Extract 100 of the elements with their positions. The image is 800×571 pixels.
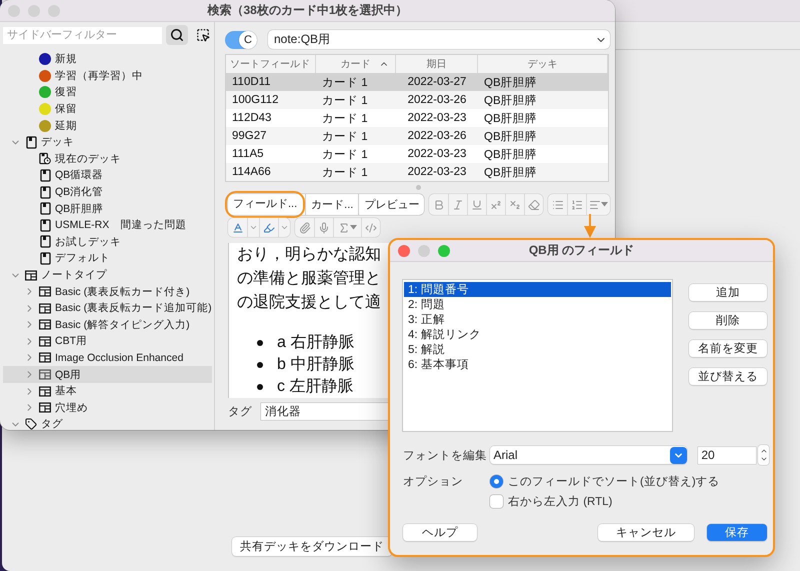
font-select[interactable]: Arial (490, 446, 688, 464)
table-cell-text: 2022-03-26 (406, 129, 468, 144)
search-field[interactable]: note:QB用 (268, 30, 610, 49)
tag-icon (25, 418, 37, 430)
sidebar-item[interactable]: 復習 (3, 84, 212, 101)
sidebar-item[interactable]: CBT用 (3, 333, 212, 350)
sidebar-item[interactable]: 学習（再学習）中 (3, 68, 212, 84)
table-row[interactable]: 114A66 カード 1 2022-03-23 QB肝胆膵 (226, 163, 608, 181)
table-cell-text: 2022-03-23 (406, 147, 468, 162)
sidebar-item[interactable]: Basic (裏表反転カード付き) (3, 283, 212, 300)
align-button[interactable] (586, 194, 610, 215)
sidebar-section[interactable]: タグ (3, 416, 212, 430)
font-size-field[interactable]: 20 (698, 446, 756, 464)
search-button[interactable] (166, 25, 188, 45)
table-cell-text: カード 1 (321, 166, 369, 180)
editor-button[interactable]: カード... (305, 194, 358, 215)
sidebar-section[interactable]: ノートタイプ (3, 266, 212, 284)
deck-icon (40, 235, 50, 248)
table-row[interactable]: 110D11 カード 1 2022-03-27 QB肝胆膵 (226, 73, 608, 91)
table-cell-text: QB肝胆膵 (483, 166, 538, 180)
table-cell-text: カード 1 (321, 148, 369, 162)
table-cell-text: 110D11 (231, 75, 272, 90)
field-list-item[interactable]: 2: 問題 (404, 297, 671, 312)
sidebar-item[interactable]: Basic (裏表反転カード追加可能) (3, 300, 212, 316)
deck-icon (40, 218, 50, 232)
table-row[interactable]: 100G112 カード 1 2022-03-26 QB肝胆膵 (226, 91, 608, 109)
field-list-item[interactable]: 3: 正解 (404, 312, 671, 327)
sidebar-section[interactable]: デッキ (3, 134, 212, 151)
deck-icon (40, 252, 50, 265)
sidebar-item[interactable]: 基本 (3, 382, 212, 400)
mode-toggle[interactable]: C (225, 30, 257, 48)
table-cell-text: 2022-03-26 (406, 93, 468, 108)
table-cell-text: QB肝胆膵 (483, 148, 538, 162)
list-item-text: a 右肝静脈 (277, 333, 354, 353)
table-cell-text: QB肝胆膵 (483, 94, 538, 108)
table-cell-text: カード 1 (321, 112, 369, 126)
note-type-icon (39, 302, 51, 314)
sidebar-item[interactable]: 保留 (3, 100, 212, 118)
sidebar-item[interactable]: Image Occlusion Enhanced (3, 350, 212, 366)
action-button[interactable]: 名前を変更 (689, 340, 767, 357)
table-cell-text: 100G112 (231, 93, 280, 108)
zoom-button[interactable] (438, 244, 450, 256)
sigma-icon[interactable] (338, 222, 350, 234)
sidebar-item[interactable]: デフォルト (3, 250, 212, 267)
selection-pointer-icon[interactable] (196, 28, 210, 42)
sidebar-filter-field[interactable]: サイドバーフィルター (3, 26, 162, 44)
sidebar-item[interactable]: QB用 (3, 366, 212, 383)
field-list-item[interactable]: 4: 解説リンク (404, 327, 671, 342)
note-type-icon (39, 336, 51, 347)
list-item-text: b 中肝静脈 (277, 354, 354, 375)
close-button[interactable] (398, 244, 410, 256)
editor-text: の退院支援として適 (237, 292, 381, 313)
table-cell-text: カード 1 (321, 76, 369, 90)
deck-icon (40, 168, 50, 182)
splitter-handle[interactable] (416, 185, 421, 190)
caret-icon[interactable] (601, 202, 608, 207)
caret-icon[interactable] (350, 225, 357, 230)
field-list-item[interactable]: 5: 解説 (404, 342, 671, 357)
tags-label: タグ (228, 405, 252, 419)
table-cell-text: QB肝胆膵 (483, 112, 538, 126)
table-cell-text: 99G27 (231, 129, 268, 144)
field-list-item[interactable]: 6: 基本事項 (404, 357, 671, 372)
options-label: オプション (403, 474, 464, 490)
sidebar-item[interactable]: お試しデッキ (3, 234, 212, 250)
sidebar-item[interactable]: 穴埋め (3, 399, 212, 416)
table-cell-text: QB肝胆膵 (483, 76, 538, 90)
editor-button[interactable]: プレビュー (358, 194, 424, 215)
sidebar-item[interactable]: 新規 (3, 51, 212, 68)
chevron-down-icon[interactable] (760, 455, 768, 463)
field-list-item[interactable]: 1: 問題番号 (404, 282, 671, 297)
dialog-button[interactable]: 保存 (707, 524, 767, 541)
checkbox-option[interactable]: 右から左入力 (RTL) (490, 494, 769, 508)
table-cell-text: 2022-03-23 (406, 165, 468, 180)
align-icon[interactable] (589, 198, 602, 210)
sidebar-item[interactable]: USMLE-RX 間違った問題 (3, 216, 212, 234)
table-cell-text: 111A5 (231, 147, 265, 162)
search-icon[interactable] (170, 28, 184, 42)
bullet-icon (257, 384, 263, 390)
sidebar-item[interactable]: QB肝胆膵 (3, 200, 212, 217)
sidebar-item[interactable]: QB循環器 (3, 167, 212, 184)
action-button[interactable]: 並び替える (689, 368, 767, 385)
chevron-up-icon[interactable] (760, 447, 768, 455)
font-label: フォントを編集 (403, 448, 488, 462)
action-button[interactable]: 削除 (689, 312, 767, 329)
dialog-title: QB用 のフィールド (528, 242, 634, 259)
sidebar-item[interactable]: 延期 (3, 117, 212, 134)
editor-text: おり，明らかな認知 (237, 244, 381, 265)
note-type-icon (39, 319, 51, 330)
action-button[interactable]: 追加 (689, 284, 767, 301)
radio-option[interactable]: このフィールドでソート(並び替え)する (490, 474, 769, 488)
bullet-icon (257, 340, 263, 346)
dialog-button[interactable]: ヘルプ (403, 524, 477, 541)
dialog-button[interactable]: キャンセル (598, 524, 694, 541)
sidebar-item[interactable]: 現在のデッキ (3, 150, 212, 168)
table-cell-text: QB肝胆膵 (483, 130, 538, 144)
download-button[interactable]: 共有デッキをダウンロード (232, 537, 392, 556)
sidebar-item[interactable]: QB消化管 (3, 184, 212, 200)
table-row[interactable]: 99G27 カード 1 2022-03-26 QB肝胆膵 (226, 127, 608, 145)
sidebar-item[interactable]: Basic (解答タイピング入力) (3, 316, 212, 334)
bullet-icon (257, 362, 263, 368)
